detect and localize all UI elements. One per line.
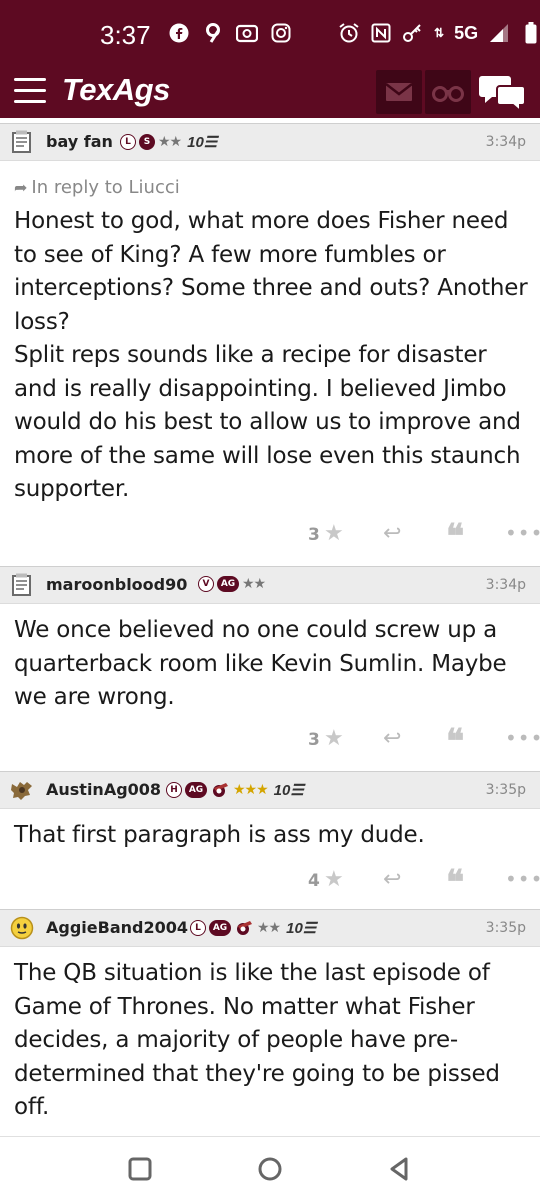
cannon-icon (213, 783, 228, 797)
radio-icon (236, 22, 258, 44)
smiley-avatar-icon[interactable] (10, 916, 34, 940)
star-count: 3 (308, 730, 320, 750)
battery-icon (520, 22, 540, 44)
star-count: 4 (308, 871, 320, 891)
user-badges: H AG ★★★ 10☰ (166, 781, 304, 799)
cannon-icon (237, 921, 252, 935)
post-actions: 3 ★ ↩ ❝ ••• (280, 517, 540, 557)
star-icon[interactable]: ★ (324, 521, 344, 546)
rank-badge: 10☰ (187, 134, 218, 151)
reply-to-text: In reply to Liucci (31, 177, 180, 198)
more-icon[interactable]: ••• (505, 867, 540, 891)
key-icon (402, 22, 424, 44)
facebook-icon (168, 22, 190, 44)
chat-button[interactable] (478, 72, 528, 114)
star-icon[interactable]: ★ (324, 726, 344, 751)
post: AggieBand2004 L AG ★★ 10☰ 3:35p The QB s… (0, 909, 540, 1136)
status-bar: 3:37 ⇅ 5G (0, 0, 540, 66)
reply-arrow-icon: ➦ (14, 178, 28, 197)
post: maroonblood90 V AG ★★ 3:34p We once beli… (0, 566, 540, 771)
post-body: That first paragraph is ass my dude. (14, 822, 425, 848)
badge-l: L (190, 920, 206, 936)
data-arrows-icon: ⇅ (434, 26, 445, 40)
badge-l: L (120, 134, 136, 150)
reply-icon[interactable]: ↩ (383, 521, 401, 546)
user-badges: L S ★★ 10☰ (120, 133, 217, 151)
network-type: 5G (454, 22, 479, 43)
star-icon[interactable]: ★ (324, 867, 344, 892)
star-rating: ★★ (242, 576, 266, 592)
post-header: AggieBand2004 L AG ★★ 10☰ 3:35p (0, 909, 540, 947)
alarm-icon (338, 22, 360, 44)
binoculars-icon (432, 86, 464, 102)
post-time: 3:34p (485, 134, 526, 150)
reply-icon[interactable]: ↩ (383, 726, 401, 751)
android-nav-bar (0, 1136, 540, 1200)
badge-s: S (139, 134, 155, 150)
hamburger-menu-icon[interactable] (14, 78, 46, 104)
quote-icon[interactable]: ❝ (446, 863, 464, 903)
post-actions: 4 ★ ↩ ❝ ••• (280, 863, 540, 903)
post-body: We once believed no one could screw up a… (14, 617, 507, 710)
reply-icon[interactable]: ↩ (383, 867, 401, 892)
bevo-avatar-icon[interactable] (10, 778, 34, 802)
system-icons: ⇅ 5G (338, 22, 540, 44)
post-header: AustinAg008 H AG ★★★ 10☰ 3:35p (0, 771, 540, 809)
rank-badge: 10☰ (273, 782, 304, 799)
post-body: The QB situation is like the last episod… (14, 960, 500, 1120)
notification-icons (168, 22, 292, 44)
avatar-icon[interactable] (10, 130, 34, 154)
more-icon[interactable]: ••• (505, 726, 540, 750)
post: AustinAg008 H AG ★★★ 10☰ 3:35p That firs… (0, 771, 540, 909)
post-time: 3:34p (485, 577, 526, 593)
home-icon[interactable] (254, 1153, 286, 1185)
star-rating: ★★★ (233, 782, 269, 798)
nine-icon (202, 22, 224, 44)
mail-button[interactable] (376, 70, 422, 114)
badge-h: H (166, 782, 182, 798)
username[interactable]: bay fan (46, 132, 113, 151)
badge-ag: AG (217, 576, 239, 592)
chat-bubbles-icon (479, 76, 526, 114)
watch-button[interactable] (425, 70, 471, 114)
post-time: 3:35p (485, 782, 526, 798)
post-header: maroonblood90 V AG ★★ 3:34p (0, 566, 540, 604)
post: bay fan L S ★★ 10☰ 3:34p ➦ In reply to Li… (0, 123, 540, 566)
app-header: TexAgs (0, 66, 540, 118)
recents-icon[interactable] (124, 1153, 156, 1185)
username[interactable]: AggieBand2004 (46, 918, 188, 937)
badge-ag: AG (209, 920, 231, 936)
post-actions: 3 ★ ↩ ❝ ••• (280, 722, 540, 762)
texags-logo[interactable]: TexAgs (62, 72, 170, 108)
reply-to-link[interactable]: ➦ In reply to Liucci (14, 177, 180, 198)
star-rating: ★★ (257, 920, 281, 936)
quote-icon[interactable]: ❝ (446, 722, 464, 762)
username[interactable]: AustinAg008 (46, 780, 161, 799)
user-badges: V AG ★★ (198, 576, 266, 592)
back-icon[interactable] (384, 1153, 416, 1185)
quote-icon[interactable]: ❝ (446, 517, 464, 557)
envelope-icon (385, 83, 413, 101)
rank-badge: 10☰ (286, 920, 317, 937)
username[interactable]: maroonblood90 (46, 575, 187, 594)
instagram-icon (270, 22, 292, 44)
badge-v: V (198, 576, 214, 592)
signal-icon (488, 22, 510, 44)
post-time: 3:35p (485, 920, 526, 936)
avatar-icon[interactable] (10, 573, 34, 597)
star-count: 3 (308, 525, 320, 545)
post-header: bay fan L S ★★ 10☰ 3:34p (0, 123, 540, 161)
user-badges: L AG ★★ 10☰ (190, 919, 316, 937)
nfc-icon (370, 22, 392, 44)
status-time: 3:37 (100, 20, 151, 50)
more-icon[interactable]: ••• (505, 521, 540, 545)
post-body: Honest to god, what more does Fisher nee… (14, 208, 528, 502)
badge-ag: AG (185, 782, 207, 798)
star-rating: ★★ (158, 134, 182, 150)
